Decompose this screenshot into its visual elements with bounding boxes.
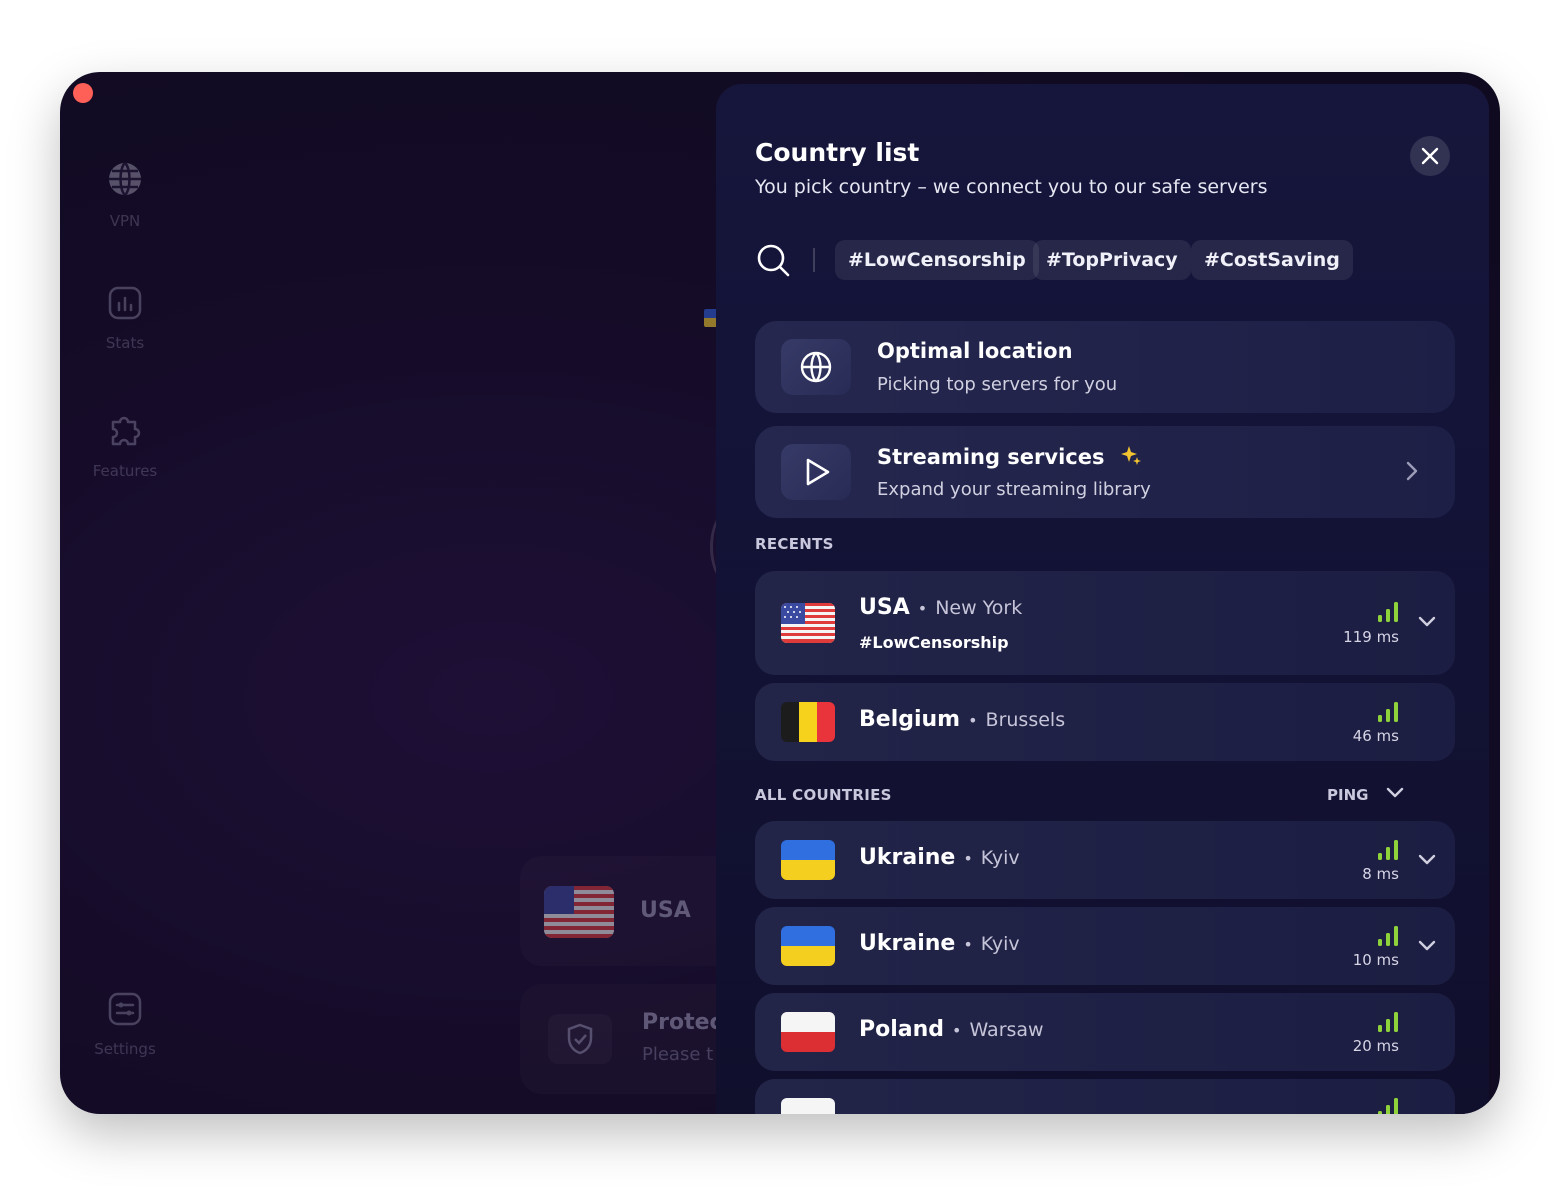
separator-dot: • bbox=[963, 849, 973, 868]
chevron-down-icon[interactable] bbox=[1417, 939, 1437, 953]
protection-subtitle: Please t bbox=[642, 1044, 714, 1065]
country-row-usa[interactable]: USA • New York #LowCensorship 119 ms bbox=[755, 571, 1455, 675]
separator-dot: • bbox=[917, 599, 928, 618]
separator-dot: • bbox=[968, 711, 978, 730]
sidebar-item-label: Settings bbox=[94, 1040, 156, 1058]
belgium-flag bbox=[781, 702, 835, 742]
sidebar-item-settings[interactable]: Settings bbox=[60, 992, 190, 1058]
country-name-wrap: Ukraine • Kyiv bbox=[859, 931, 1020, 956]
streaming-subtitle: Expand your streaming library bbox=[877, 479, 1151, 500]
all-countries-label: ALL COUNTRIES bbox=[755, 786, 892, 804]
play-icon-tile bbox=[781, 444, 851, 500]
country-name: USA bbox=[859, 595, 910, 620]
ping-value: 119 ms bbox=[1343, 628, 1399, 646]
signal-icon bbox=[1378, 1012, 1398, 1032]
signal-icon bbox=[1378, 840, 1398, 860]
current-country-label: USA bbox=[640, 898, 691, 923]
chevron-down-icon[interactable] bbox=[1417, 853, 1437, 867]
settings-icon bbox=[108, 992, 142, 1026]
city-name: Brussels bbox=[985, 709, 1066, 731]
city-name: Kyiv bbox=[980, 847, 1020, 869]
app-window: VPN Stats Features Settings USA Protect … bbox=[60, 72, 1500, 1114]
tag-low-censorship[interactable]: #LowCensorship bbox=[835, 240, 1039, 280]
ping-value: 10 ms bbox=[1352, 951, 1399, 969]
globe-icon bbox=[800, 351, 832, 383]
stats-icon bbox=[108, 286, 142, 320]
play-icon bbox=[806, 458, 830, 486]
country-name: Ukraine bbox=[859, 931, 956, 956]
sidebar-item-stats[interactable]: Stats bbox=[60, 286, 190, 352]
city-name: Kyiv bbox=[980, 933, 1020, 955]
country-name-wrap: USA • New York bbox=[859, 595, 1022, 620]
chevron-down-icon[interactable] bbox=[1417, 615, 1437, 629]
usa-flag bbox=[544, 886, 614, 938]
panel-title: Country list bbox=[755, 138, 920, 167]
tag-top-privacy[interactable]: #TopPrivacy bbox=[1033, 240, 1191, 280]
ukraine-flag bbox=[781, 840, 835, 880]
signal-icon bbox=[1378, 1098, 1398, 1114]
country-row-ukraine[interactable]: Ukraine • Kyiv 8 ms bbox=[755, 821, 1455, 899]
optimal-location-card[interactable]: Optimal location Picking top servers for… bbox=[755, 321, 1455, 413]
country-name-wrap: Poland • Warsaw bbox=[859, 1017, 1044, 1042]
ukraine-flag bbox=[781, 926, 835, 966]
sort-by-ping-button[interactable]: PING bbox=[1327, 786, 1368, 804]
sidebar-item-label: Features bbox=[92, 462, 158, 480]
city-name: Warsaw bbox=[969, 1019, 1044, 1041]
country-flag bbox=[781, 1098, 835, 1114]
sidebar-item-label: Stats bbox=[105, 334, 145, 352]
tag-cost-saving[interactable]: #CostSaving bbox=[1191, 240, 1353, 280]
sidebar-item-label: VPN bbox=[109, 212, 141, 230]
poland-flag bbox=[781, 1012, 835, 1052]
filter-divider bbox=[813, 248, 815, 272]
globe-icon-tile bbox=[781, 339, 851, 395]
country-list-panel: Country list You pick country – we conne… bbox=[716, 84, 1489, 1114]
sidebar-item-features[interactable]: Features bbox=[60, 412, 190, 480]
ping-value: 46 ms bbox=[1352, 727, 1399, 745]
country-tag: #LowCensorship bbox=[859, 633, 1009, 652]
separator-dot: • bbox=[952, 1021, 962, 1040]
filter-row: #LowCensorship #TopPrivacy #CostSaving bbox=[755, 240, 1455, 280]
streaming-title: Streaming services bbox=[877, 445, 1105, 469]
city-name: New York bbox=[935, 597, 1023, 619]
sparkle-icon bbox=[1120, 446, 1141, 465]
country-row-belgium[interactable]: Belgium • Brussels 46 ms bbox=[755, 683, 1455, 761]
country-row-ukraine[interactable]: Ukraine • Kyiv 10 ms bbox=[755, 907, 1455, 985]
sidebar-item-vpn[interactable]: VPN bbox=[60, 160, 190, 230]
recents-label: RECENTS bbox=[755, 535, 834, 553]
close-icon bbox=[1421, 147, 1439, 165]
chevron-right-icon[interactable] bbox=[1405, 460, 1419, 482]
signal-icon bbox=[1378, 602, 1398, 622]
usa-flag bbox=[781, 603, 835, 643]
ping-value: 20 ms bbox=[1352, 1037, 1399, 1055]
sidebar: VPN Stats Features Settings bbox=[60, 72, 190, 1114]
ping-value: 8 ms bbox=[1362, 865, 1399, 883]
country-row-poland[interactable]: Poland • Warsaw 20 ms bbox=[755, 993, 1455, 1071]
country-name: Ukraine bbox=[859, 845, 956, 870]
puzzle-icon bbox=[111, 416, 141, 446]
globe-icon bbox=[109, 162, 141, 196]
signal-icon bbox=[1378, 926, 1398, 946]
streaming-title-wrap: Streaming services bbox=[877, 444, 1142, 469]
optimal-location-title: Optimal location bbox=[877, 339, 1073, 363]
signal-icon bbox=[1378, 702, 1398, 722]
country-row-partial[interactable] bbox=[755, 1079, 1455, 1114]
search-icon[interactable] bbox=[755, 242, 791, 278]
country-name-wrap: Ukraine • Kyiv bbox=[859, 845, 1020, 870]
country-name: Poland bbox=[859, 1017, 945, 1042]
streaming-services-card[interactable]: Streaming services Expand your streaming… bbox=[755, 426, 1455, 518]
country-name-wrap: Belgium • Brussels bbox=[859, 707, 1065, 732]
chevron-down-icon[interactable] bbox=[1386, 787, 1404, 799]
panel-subtitle: You pick country – we connect you to our… bbox=[755, 176, 1268, 198]
country-name: Belgium bbox=[859, 707, 961, 732]
separator-dot: • bbox=[963, 935, 973, 954]
close-panel-button[interactable] bbox=[1410, 136, 1450, 176]
shield-icon bbox=[548, 1014, 612, 1064]
optimal-location-subtitle: Picking top servers for you bbox=[877, 374, 1118, 395]
